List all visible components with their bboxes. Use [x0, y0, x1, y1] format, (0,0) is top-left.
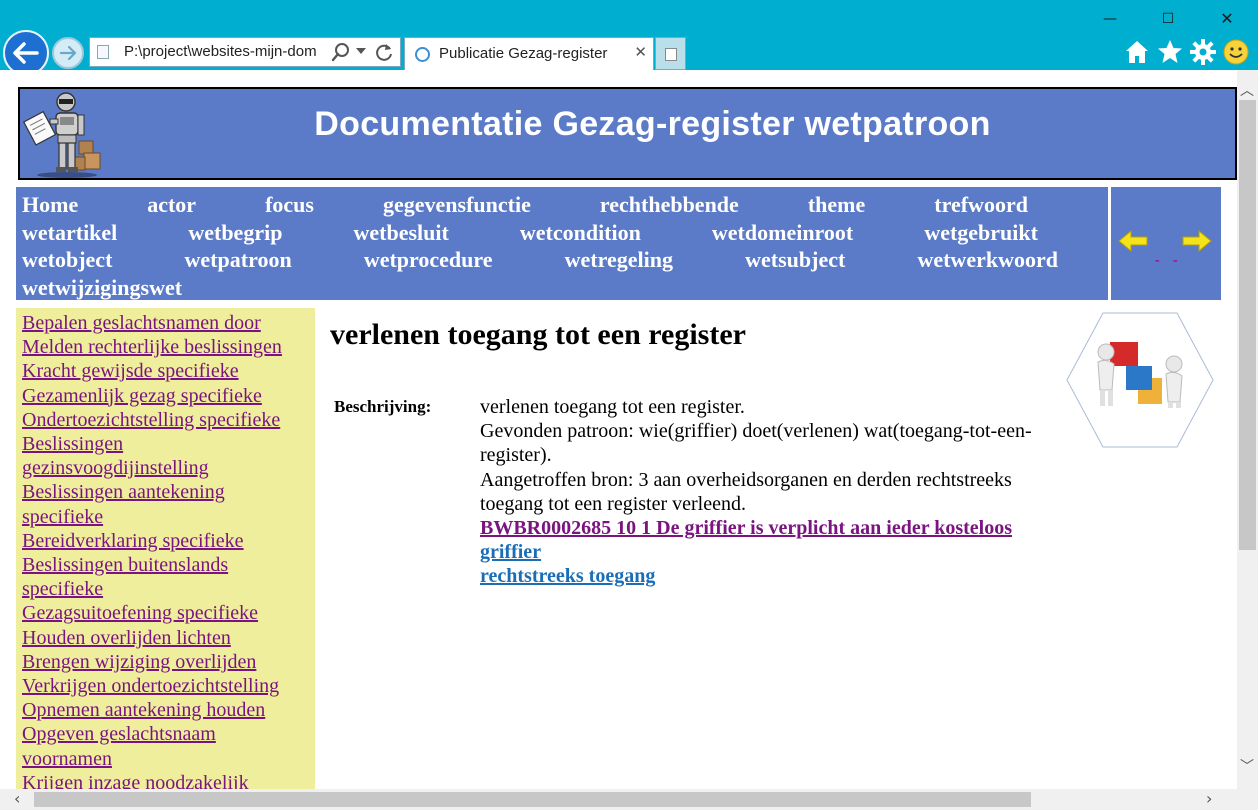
nav-row-3: wetobject wetpatroon wetprocedure wetreg… [22, 246, 1102, 274]
sidebar-link[interactable]: Ondertoezichtstelling specifieke [22, 408, 309, 432]
horizontal-scroll-thumb[interactable] [34, 792, 1031, 807]
address-dropdown-icon[interactable] [356, 48, 366, 54]
source-link[interactable]: BWBR0002685 10 1 De griffier is verplich… [480, 516, 1050, 540]
sidebar-link[interactable]: Gezamenlijk gezag specifieke [22, 384, 309, 408]
description-label: Beschrijving: [334, 397, 432, 416]
sidebar-link[interactable]: Beslissingen gezinsvoogdijinstelling [22, 432, 309, 480]
nav-item-trefwoord[interactable]: trefwoord [934, 191, 1028, 219]
arrow-left-icon [13, 42, 39, 64]
nav-item-actor[interactable]: actor [147, 191, 196, 219]
sidebar: Bepalen geslachtsnamen door Melden recht… [16, 308, 315, 789]
scroll-left-icon[interactable]: ‹ [14, 789, 20, 808]
page-icon [97, 45, 109, 59]
sidebar-link[interactable]: Bereidverklaring specifieke [22, 529, 309, 553]
feedback-smiley-icon[interactable] [1222, 38, 1250, 66]
nav-item-wetprocedure[interactable]: wetprocedure [364, 246, 493, 274]
home-icon[interactable] [1123, 38, 1151, 66]
sidebar-link[interactable]: Opnemen aantekening houden [22, 698, 309, 722]
nav-item-wetbesluit[interactable]: wetbesluit [353, 219, 448, 247]
next-link[interactable]: - [1173, 253, 1178, 269]
scroll-right-icon[interactable]: › [1206, 789, 1212, 808]
site-banner: Documentatie Gezag-register wetpatroon [18, 87, 1237, 180]
source-text: Aangetroffen bron: 3 aan overheidsorgane… [480, 468, 1012, 515]
nav-item-wetgebruikt[interactable]: wetgebruikt [924, 219, 1038, 247]
scroll-up-icon[interactable]: ︿ [1240, 80, 1254, 100]
sidebar-link[interactable]: Bepalen geslachtsnamen door [22, 311, 309, 335]
site-title: Documentatie Gezag-register wetpatroon [314, 105, 991, 143]
nav-item-wetcondition[interactable]: wetcondition [520, 219, 641, 247]
sidebar-link[interactable]: Brengen wijziging overlijden [22, 650, 309, 674]
nav-item-wetwijzigingswet[interactable]: wetwijzigingswet [22, 274, 182, 302]
sidebar-link[interactable]: Krijgen inzage noodzakelijk [22, 771, 309, 789]
top-navigation: Home actor focus gegevensfunctie rechthe… [16, 187, 1108, 300]
nav-item-wetwerkwoord[interactable]: wetwerkwoord [917, 246, 1058, 274]
arrow-right-icon [59, 46, 77, 60]
scrollbar-corner [1237, 789, 1258, 810]
nav-item-focus[interactable]: focus [265, 191, 314, 219]
nav-row-1: Home actor focus gegevensfunctie rechthe… [22, 191, 1102, 219]
nav-item-wetdomeinroot[interactable]: wetdomeinroot [712, 219, 853, 247]
actor-link[interactable]: griffier [480, 540, 1050, 564]
next-arrow-icon[interactable] [1181, 229, 1213, 253]
sidebar-link[interactable]: Beslissingen buitenslands specifieke [22, 553, 309, 601]
main-content: verlenen toegang tot een register Beschr… [330, 315, 1060, 587]
nav-item-wetbegrip[interactable]: wetbegrip [188, 219, 282, 247]
minimize-button[interactable]: — [1085, 6, 1135, 32]
sidebar-link[interactable]: Houden overlijden lichten [22, 626, 309, 650]
nav-row-2: wetartikel wetbegrip wetbesluit wetcondi… [22, 219, 1102, 247]
horizontal-scrollbar[interactable]: ‹ › [0, 789, 1237, 810]
nav-item-wetsubject[interactable]: wetsubject [745, 246, 845, 274]
description-text: verlenen toegang tot een register. [480, 396, 745, 418]
scroll-down-icon[interactable]: ﹀ [1240, 756, 1254, 776]
people-boxes-illustration-icon [1066, 312, 1214, 448]
nav-item-theme[interactable]: theme [808, 191, 865, 219]
previous-arrow-icon[interactable] [1117, 229, 1149, 253]
description-body: verlenen toegang tot een register. Gevon… [480, 395, 1050, 589]
vertical-scroll-thumb[interactable] [1239, 100, 1256, 550]
page-title: verlenen toegang tot een register [330, 318, 746, 351]
tab-title: Publicatie Gezag-register [439, 45, 608, 62]
nav-item-home[interactable]: Home [22, 191, 78, 219]
vertical-scrollbar[interactable]: ︿ ﹀ [1237, 70, 1258, 789]
object-link[interactable]: rechtstreeks toegang [480, 564, 1050, 588]
new-tab-icon [665, 48, 677, 61]
browser-tab[interactable]: Publicatie Gezag-register ✕ [404, 37, 654, 70]
new-tab-button[interactable] [655, 37, 686, 70]
pattern-text: Gevonden patroon: wie(griffier) doet(ver… [480, 420, 1032, 467]
nav-item-wetobject[interactable]: wetobject [22, 246, 112, 274]
nav-item-wetartikel[interactable]: wetartikel [22, 219, 117, 247]
ie-favicon-icon [415, 47, 430, 62]
address-bar[interactable]: P:\project\websites-mijn-dom [89, 37, 401, 67]
tab-close-icon[interactable]: ✕ [634, 43, 647, 61]
sidebar-link[interactable]: Beslissingen aantekening specifieke [22, 480, 309, 528]
nav-item-wetregeling[interactable]: wetregeling [565, 246, 673, 274]
previous-link[interactable]: - [1155, 253, 1160, 269]
address-text[interactable]: P:\project\websites-mijn-dom [124, 43, 324, 60]
browser-chrome: — ☐ ✕ P:\project\websites-mijn-dom Publi… [0, 0, 1258, 76]
sidebar-link[interactable]: Melden rechterlijke beslissingen [22, 335, 309, 359]
page-viewport: Documentatie Gezag-register wetpatroon H… [0, 70, 1237, 789]
refresh-icon[interactable] [373, 41, 395, 63]
sidebar-link[interactable]: Kracht gewijsde specifieke [22, 359, 309, 383]
search-icon[interactable] [330, 41, 352, 63]
nav-item-rechthebbende[interactable]: rechthebbende [600, 191, 739, 219]
forward-button[interactable] [52, 37, 84, 69]
nav-row-4: wetwijzigingswet [22, 274, 1102, 302]
maximize-button[interactable]: ☐ [1143, 6, 1193, 32]
prev-next-navigation: - - [1111, 187, 1221, 300]
sidebar-link[interactable]: Opgeven geslachtsnaam voornamen [22, 722, 309, 770]
settings-gear-icon[interactable] [1189, 38, 1217, 66]
sidebar-link[interactable]: Verkrijgen ondertoezichtstelling [22, 674, 309, 698]
close-window-button[interactable]: ✕ [1202, 6, 1252, 32]
favorites-star-icon[interactable] [1156, 38, 1184, 66]
nav-item-gegevensfunctie[interactable]: gegevensfunctie [383, 191, 531, 219]
sidebar-link[interactable]: Gezagsuitoefening specifieke [22, 601, 309, 625]
nav-item-wetpatroon[interactable]: wetpatroon [185, 246, 292, 274]
